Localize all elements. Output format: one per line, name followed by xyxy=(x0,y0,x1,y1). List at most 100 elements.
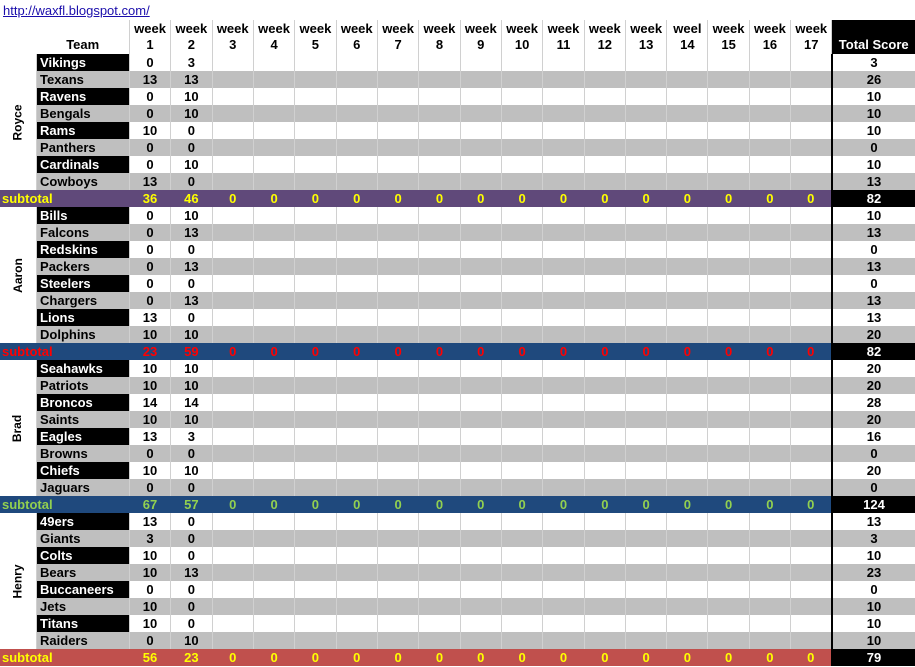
week-9-score-cell[interactable] xyxy=(459,139,502,156)
week-8-score-cell[interactable] xyxy=(418,309,461,326)
week-5-score-cell[interactable] xyxy=(294,258,337,275)
week-16-score-cell[interactable] xyxy=(748,445,791,462)
week-10-score-cell[interactable] xyxy=(500,547,543,564)
week-2-score-cell[interactable]: 13 xyxy=(170,258,213,275)
week-9-score-cell[interactable] xyxy=(459,173,502,190)
week-13-score-cell[interactable] xyxy=(624,173,667,190)
week-4-score-cell[interactable] xyxy=(252,547,295,564)
week-7-score-cell[interactable] xyxy=(376,598,419,615)
week-2-score-cell[interactable]: 3 xyxy=(170,428,213,445)
week-3-score-cell[interactable] xyxy=(211,326,254,343)
week-9-score-cell[interactable] xyxy=(459,309,502,326)
week-10-score-cell[interactable] xyxy=(500,156,543,173)
week-11-score-cell[interactable] xyxy=(542,394,585,411)
week-13-score-cell[interactable] xyxy=(624,411,667,428)
week-7-score-cell[interactable] xyxy=(376,105,419,122)
week-13-score-cell[interactable] xyxy=(624,547,667,564)
week-16-score-cell[interactable] xyxy=(748,292,791,309)
week-1-score-cell[interactable]: 0 xyxy=(128,88,171,105)
week-8-score-cell[interactable] xyxy=(418,394,461,411)
week-14-score-cell[interactable] xyxy=(666,445,708,462)
week-8-score-cell[interactable] xyxy=(418,105,461,122)
week-15-score-cell[interactable] xyxy=(707,513,750,530)
week-13-score-cell[interactable] xyxy=(624,241,667,258)
week-3-score-cell[interactable] xyxy=(211,615,254,632)
week-8-score-cell[interactable] xyxy=(418,428,461,445)
week-10-score-cell[interactable] xyxy=(500,122,543,139)
team-name[interactable]: Panthers xyxy=(36,139,130,156)
week-16-score-cell[interactable] xyxy=(748,275,791,292)
week-11-score-cell[interactable] xyxy=(542,326,585,343)
week-6-score-cell[interactable] xyxy=(335,360,378,377)
week-9-score-cell[interactable] xyxy=(459,598,502,615)
week-5-score-cell[interactable] xyxy=(294,445,337,462)
week-1-score-cell[interactable]: 0 xyxy=(128,445,171,462)
week-15-score-cell[interactable] xyxy=(707,530,750,547)
week-10-score-cell[interactable] xyxy=(500,581,543,598)
week-3-score-cell[interactable] xyxy=(211,139,254,156)
week-15-score-cell[interactable] xyxy=(707,105,750,122)
week-6-score-cell[interactable] xyxy=(335,71,378,88)
week-17-score-cell[interactable] xyxy=(790,139,832,156)
week-1-score-cell[interactable]: 14 xyxy=(128,394,171,411)
week-8-score-cell[interactable] xyxy=(418,54,461,71)
week-13-score-cell[interactable] xyxy=(624,530,667,547)
week-7-score-cell[interactable] xyxy=(376,309,419,326)
week-6-score-cell[interactable] xyxy=(335,173,378,190)
week-12-score-cell[interactable] xyxy=(583,71,626,88)
week-5-score-cell[interactable] xyxy=(294,241,337,258)
week-16-score-cell[interactable] xyxy=(748,258,791,275)
week-4-score-cell[interactable] xyxy=(252,530,295,547)
week-4-score-cell[interactable] xyxy=(252,309,295,326)
week-1-score-cell[interactable]: 10 xyxy=(128,615,171,632)
week-16-score-cell[interactable] xyxy=(748,360,791,377)
week-3-score-cell[interactable] xyxy=(211,581,254,598)
week-12-score-cell[interactable] xyxy=(583,547,626,564)
week-2-score-cell[interactable]: 13 xyxy=(170,292,213,309)
week-11-score-cell[interactable] xyxy=(542,632,585,649)
week-10-score-cell[interactable] xyxy=(500,139,543,156)
week-4-score-cell[interactable] xyxy=(252,54,295,71)
week-7-score-cell[interactable] xyxy=(376,88,419,105)
week-8-score-cell[interactable] xyxy=(418,530,461,547)
week-13-score-cell[interactable] xyxy=(624,156,667,173)
week-17-score-cell[interactable] xyxy=(790,88,832,105)
week-12-score-cell[interactable] xyxy=(583,394,626,411)
week-17-score-cell[interactable] xyxy=(790,598,832,615)
week-15-score-cell[interactable] xyxy=(707,428,750,445)
week-12-score-cell[interactable] xyxy=(583,530,626,547)
week-13-score-cell[interactable] xyxy=(624,207,667,224)
week-4-score-cell[interactable] xyxy=(252,564,295,581)
week-6-score-cell[interactable] xyxy=(335,241,378,258)
week-7-score-cell[interactable] xyxy=(376,462,419,479)
week-8-score-cell[interactable] xyxy=(418,615,461,632)
week-9-score-cell[interactable] xyxy=(459,326,502,343)
week-3-score-cell[interactable] xyxy=(211,479,254,496)
week-10-score-cell[interactable] xyxy=(500,275,543,292)
week-4-score-cell[interactable] xyxy=(252,241,295,258)
week-8-score-cell[interactable] xyxy=(418,88,461,105)
week-4-score-cell[interactable] xyxy=(252,479,295,496)
week-11-score-cell[interactable] xyxy=(542,377,585,394)
week-2-score-cell[interactable]: 10 xyxy=(170,207,213,224)
week-10-score-cell[interactable] xyxy=(500,258,543,275)
week-12-score-cell[interactable] xyxy=(583,428,626,445)
week-4-score-cell[interactable] xyxy=(252,88,295,105)
week-11-score-cell[interactable] xyxy=(542,564,585,581)
week-17-score-cell[interactable] xyxy=(790,513,832,530)
week-16-score-cell[interactable] xyxy=(748,377,791,394)
week-8-score-cell[interactable] xyxy=(418,547,461,564)
week-6-score-cell[interactable] xyxy=(335,445,378,462)
week-10-score-cell[interactable] xyxy=(500,632,543,649)
week-12-score-cell[interactable] xyxy=(583,292,626,309)
week-2-score-cell[interactable]: 10 xyxy=(170,105,213,122)
week-12-score-cell[interactable] xyxy=(583,632,626,649)
week-2-score-cell[interactable]: 10 xyxy=(170,632,213,649)
week-9-score-cell[interactable] xyxy=(459,462,502,479)
week-12-score-cell[interactable] xyxy=(583,411,626,428)
week-14-score-cell[interactable] xyxy=(666,530,708,547)
week-3-score-cell[interactable] xyxy=(211,207,254,224)
week-10-score-cell[interactable] xyxy=(500,615,543,632)
week-8-score-cell[interactable] xyxy=(418,258,461,275)
team-name[interactable]: Redskins xyxy=(36,241,130,258)
